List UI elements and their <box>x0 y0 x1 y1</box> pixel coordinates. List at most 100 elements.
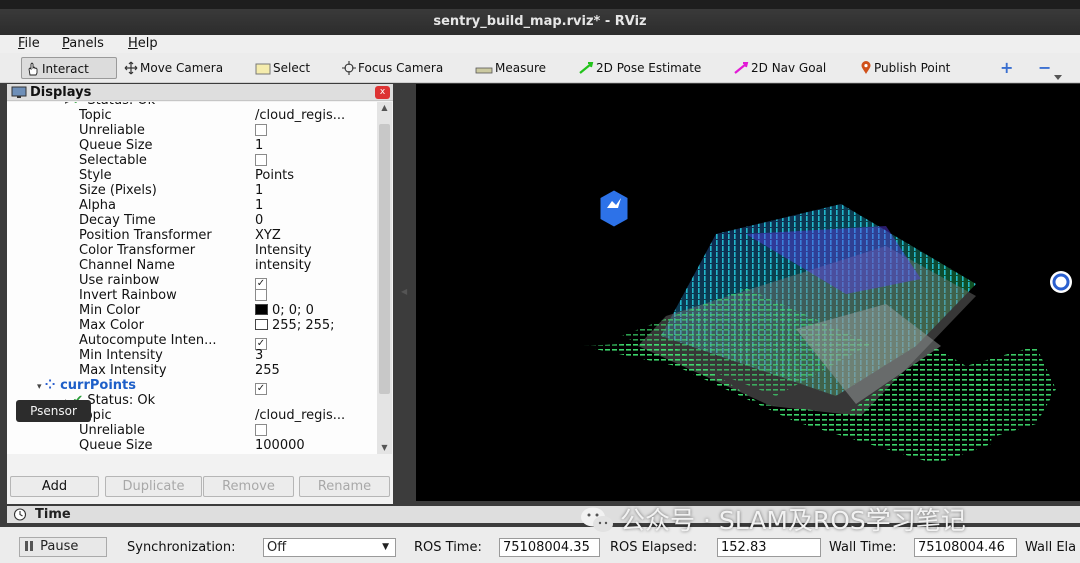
sync-label: Synchronization: <box>127 540 236 555</box>
tree-property-row[interactable]: Queue Size 1 <box>7 138 377 153</box>
tree-property-row[interactable]: Selectable ✓ <box>7 453 377 454</box>
property-name: Max Intensity <box>79 363 167 378</box>
checkbox-unchecked[interactable] <box>255 124 267 136</box>
splitter-collapse-icon[interactable]: ◀ <box>401 287 407 296</box>
close-panel-button[interactable]: x <box>375 86 390 99</box>
tree-property-row[interactable]: Autocompute Inten... ✓ <box>7 333 377 350</box>
property-value[interactable]: 100000 <box>255 438 375 453</box>
property-name: Size (Pixels) <box>79 183 157 198</box>
remove-tool-minus-icon[interactable]: − <box>1034 57 1055 79</box>
property-value[interactable]: 1 <box>255 183 375 198</box>
3d-viewport[interactable] <box>416 84 1080 501</box>
tree-property-row[interactable]: Position Transformer XYZ <box>7 228 377 243</box>
property-value[interactable] <box>255 123 375 138</box>
clock-icon <box>13 508 27 521</box>
publish-point-tool-button[interactable]: Publish Point <box>856 57 954 79</box>
sync-dropdown[interactable]: Off ▼ <box>263 538 396 557</box>
nav-goal-tool-button[interactable]: 2D Nav Goal <box>729 57 830 79</box>
tree-property-row[interactable]: Topic/cloud_regis... <box>7 108 377 123</box>
duplicate-button[interactable]: Duplicate <box>105 476 202 497</box>
select-tool-button[interactable]: Select <box>251 57 314 79</box>
tree-property-row[interactable]: Max Intensity 255 <box>7 363 377 378</box>
ros-time-field[interactable]: 75108004.35 <box>499 538 600 557</box>
property-value[interactable]: 3 <box>255 348 375 363</box>
remove-button[interactable]: Remove <box>203 476 294 497</box>
property-value[interactable]: 1 <box>255 138 375 153</box>
property-value[interactable]: Intensity <box>255 243 375 258</box>
property-name: Unreliable <box>79 423 145 438</box>
menu-panels[interactable]: Panels <box>62 36 104 51</box>
add-tool-plus-icon[interactable]: + <box>996 57 1017 79</box>
rename-button[interactable]: Rename <box>299 476 390 497</box>
checkbox-unchecked[interactable] <box>255 289 267 301</box>
property-value[interactable]: 0; 0; 0 <box>255 303 375 318</box>
property-value[interactable]: 255; 255; <box>255 318 375 333</box>
watermark: 公众号 · SLAM及ROS学习笔记 <box>580 503 1060 539</box>
move-camera-tool-button[interactable]: Move Camera <box>120 57 227 79</box>
tree-property-row[interactable]: Invert Rainbow <box>7 288 377 303</box>
menu-help[interactable]: Help <box>128 36 158 51</box>
property-value[interactable]: Points <box>255 168 375 183</box>
property-value[interactable]: /cloud_regis... <box>255 408 375 423</box>
property-value[interactable]: 1 <box>255 198 375 213</box>
wall-time-field[interactable]: 75108004.46 <box>914 538 1017 557</box>
interactive-marker-icon[interactable] <box>600 190 628 227</box>
scroll-down-arrow-icon[interactable]: ▼ <box>377 442 392 454</box>
wall-time-label: Wall Time: <box>829 540 897 555</box>
tree-property-row[interactable]: Queue Size 100000 <box>7 438 377 453</box>
checkbox-unchecked[interactable] <box>255 424 267 436</box>
property-value[interactable]: 0 <box>255 213 375 228</box>
tree-property-row[interactable]: Style Points <box>7 168 377 183</box>
tree-property-row[interactable]: Size (Pixels) 1 <box>7 183 377 198</box>
checkbox-unchecked[interactable] <box>255 154 267 166</box>
property-value[interactable]: /cloud_regis... <box>255 108 375 123</box>
property-value[interactable] <box>255 288 375 303</box>
ros-elapsed-field[interactable]: 152.83 <box>717 538 821 557</box>
value-text: 0; 0; 0 <box>272 303 314 318</box>
tree-group-row[interactable]: ▾ ⁘ currPoints ✓ <box>7 378 377 395</box>
view-target-icon[interactable] <box>1050 271 1072 293</box>
value-text: 3 <box>255 348 264 363</box>
property-value[interactable] <box>255 423 375 438</box>
displays-header: Displays x <box>7 84 393 101</box>
property-value[interactable]: XYZ <box>255 228 375 243</box>
tree-property-row[interactable]: Channel Name intensity <box>7 258 377 273</box>
property-value[interactable]: 255 <box>255 363 375 378</box>
property-name: Min Intensity <box>79 348 163 363</box>
tree-property-row[interactable]: Color Transformer Intensity <box>7 243 377 258</box>
property-name: Selectable <box>79 153 147 168</box>
tree-property-row[interactable]: Unreliable <box>7 423 377 438</box>
tree-property-row[interactable]: Decay Time 0 <box>7 213 377 228</box>
property-value[interactable]: intensity <box>255 258 375 273</box>
toolbar-dropdown-icon[interactable] <box>1054 75 1062 80</box>
tree-property-row[interactable]: Min Intensity 3 <box>7 348 377 363</box>
monitor-icon <box>11 86 27 98</box>
property-name: Use rainbow <box>79 273 160 288</box>
tree-scrollbar[interactable]: ▲ ▼ <box>377 102 392 454</box>
ros-time-label: ROS Time: <box>414 540 482 555</box>
value-text: 255; 255; <box>272 318 335 333</box>
property-value[interactable] <box>255 153 375 168</box>
menu-bar: File Panels Help <box>0 35 1080 53</box>
tree-property-row[interactable]: Use rainbow ✓ <box>7 273 377 290</box>
ros-elapsed-label: ROS Elapsed: <box>610 540 698 555</box>
pose-estimate-tool-button[interactable]: 2D Pose Estimate <box>574 57 705 79</box>
value-text: 1 <box>255 138 264 153</box>
focus-camera-tool-button[interactable]: Focus Camera <box>338 57 447 79</box>
interact-tool-button[interactable]: Interact <box>21 57 117 79</box>
menu-file[interactable]: File <box>18 36 40 51</box>
tree-property-row[interactable]: Min Color 0; 0; 0 <box>7 303 377 318</box>
scroll-up-arrow-icon[interactable]: ▲ <box>377 102 392 114</box>
measure-tool-button[interactable]: Measure <box>471 57 550 79</box>
scroll-thumb[interactable] <box>379 124 390 394</box>
property-value[interactable]: ✓ <box>255 453 375 454</box>
pause-button[interactable]: Pause <box>19 537 107 557</box>
add-button[interactable]: Add <box>10 476 99 497</box>
status-label: Status: Ok <box>87 393 156 408</box>
tree-property-row[interactable]: Max Color 255; 255; <box>7 318 377 333</box>
tree-property-row[interactable]: Alpha 1 <box>7 198 377 213</box>
tree-property-row[interactable]: Unreliable <box>7 123 377 138</box>
value-text: 1 <box>255 183 264 198</box>
tree-property-row[interactable]: Selectable <box>7 153 377 168</box>
collapse-arrow-icon[interactable]: ▾ <box>37 382 45 392</box>
